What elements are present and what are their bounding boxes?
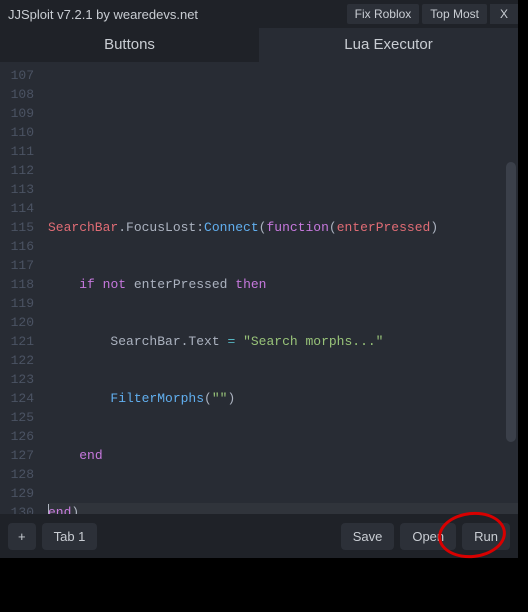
line-number: 115 <box>0 218 34 237</box>
line-number: 120 <box>0 313 34 332</box>
line-number: 114 <box>0 199 34 218</box>
line-number: 127 <box>0 446 34 465</box>
fix-roblox-button[interactable]: Fix Roblox <box>347 4 420 24</box>
line-number: 112 <box>0 161 34 180</box>
bottom-bar: + Tab 1 Save Open Run <box>0 514 518 558</box>
line-number: 119 <box>0 294 34 313</box>
script-tab-1[interactable]: Tab 1 <box>42 523 98 550</box>
line-number: 124 <box>0 389 34 408</box>
line-number: 128 <box>0 465 34 484</box>
new-tab-button[interactable]: + <box>8 523 36 550</box>
run-button[interactable]: Run <box>462 523 510 550</box>
caret <box>48 504 49 514</box>
line-number: 125 <box>0 408 34 427</box>
code-line: FilterMorphs("") <box>48 389 518 408</box>
line-number: 111 <box>0 142 34 161</box>
code-line: end <box>48 446 518 465</box>
titlebar: JJSploit v7.2.1 by wearedevs.net Fix Rob… <box>0 0 518 28</box>
line-number: 121 <box>0 332 34 351</box>
line-number: 109 <box>0 104 34 123</box>
code-line: SearchBar.FocusLost:Connect(function(ent… <box>48 218 518 237</box>
line-number: 129 <box>0 484 34 503</box>
save-button[interactable]: Save <box>341 523 395 550</box>
line-gutter: 1071081091101111121131141151161171181191… <box>0 62 48 514</box>
line-number: 116 <box>0 237 34 256</box>
close-button[interactable]: X <box>490 4 518 24</box>
top-tabs: Buttons Lua Executor <box>0 28 518 62</box>
code-editor[interactable]: 1071081091101111121131141151161171181191… <box>0 62 518 514</box>
line-number: 123 <box>0 370 34 389</box>
top-most-button[interactable]: Top Most <box>422 4 487 24</box>
line-number: 108 <box>0 85 34 104</box>
tab-buttons[interactable]: Buttons <box>0 28 259 62</box>
app-window: JJSploit v7.2.1 by wearedevs.net Fix Rob… <box>0 0 518 558</box>
line-number: 113 <box>0 180 34 199</box>
active-line-highlight <box>48 503 518 514</box>
line-number: 118 <box>0 275 34 294</box>
code-line <box>48 161 518 180</box>
app-title: JJSploit v7.2.1 by wearedevs.net <box>8 7 198 22</box>
open-button[interactable]: Open <box>400 523 456 550</box>
line-number: 107 <box>0 66 34 85</box>
line-number: 130 <box>0 503 34 514</box>
line-number: 110 <box>0 123 34 142</box>
code-line: SearchBar.Text = "Search morphs..." <box>48 332 518 351</box>
code-area[interactable]: SearchBar.FocusLost:Connect(function(ent… <box>48 62 518 514</box>
vertical-scrollbar[interactable] <box>506 162 516 442</box>
code-line: if not enterPressed then <box>48 275 518 294</box>
tab-lua-executor[interactable]: Lua Executor <box>259 28 518 62</box>
line-number: 117 <box>0 256 34 275</box>
line-number: 126 <box>0 427 34 446</box>
line-number: 122 <box>0 351 34 370</box>
